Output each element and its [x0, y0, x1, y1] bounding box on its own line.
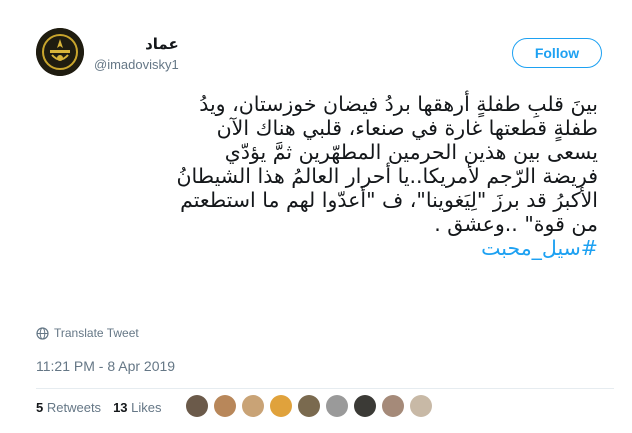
- liker-avatar[interactable]: [410, 395, 432, 417]
- display-name[interactable]: عماد: [94, 34, 179, 54]
- liker-avatar[interactable]: [382, 395, 404, 417]
- liker-avatar[interactable]: [214, 395, 236, 417]
- tweet-line: فريضة الرّجم لأمريكا..يا أحرار العالمُ ه…: [176, 164, 598, 188]
- retweets-stat[interactable]: 5 Retweets: [36, 400, 101, 415]
- liker-avatar[interactable]: [186, 395, 208, 417]
- likes-stat[interactable]: 13 Likes: [113, 400, 161, 415]
- liker-avatar[interactable]: [298, 395, 320, 417]
- follow-button[interactable]: Follow: [512, 38, 602, 68]
- tweet-text: بينَ قلبِ طفلةٍ أرهقها بردُ فيضان خوزستا…: [30, 92, 598, 260]
- liker-avatar[interactable]: [354, 395, 376, 417]
- tweet-line: طفلةٍ قطعتها غارة في صنعاء، قلبي هناك ال…: [216, 116, 598, 140]
- emblem-icon: [36, 28, 84, 76]
- tweet-line: من قوة" ..وعشق .: [434, 212, 598, 236]
- tweet-line: يسعى بين هذين الحرمين المطهّرين ثمَّ يؤد…: [224, 140, 598, 164]
- avatar[interactable]: [36, 28, 84, 76]
- liker-avatar[interactable]: [242, 395, 264, 417]
- liker-avatar[interactable]: [270, 395, 292, 417]
- retweets-label: Retweets: [46, 400, 102, 415]
- translate-label: Translate Tweet: [54, 326, 139, 340]
- translate-tweet[interactable]: Translate Tweet: [36, 326, 139, 340]
- liker-avatar[interactable]: [326, 395, 348, 417]
- timestamp[interactable]: 11:21 PM - 8 Apr 2019: [36, 358, 175, 374]
- retweets-count: 5: [36, 400, 44, 415]
- user-handle[interactable]: @imadovisky1: [94, 56, 179, 74]
- globe-icon: [36, 326, 49, 340]
- likes-count: 13: [113, 400, 128, 415]
- likers-list: [186, 395, 432, 417]
- tweet-line: الأكبرُ قد برزَ "لِيَغوينا"، ف "أعدّوا ل…: [180, 188, 598, 212]
- tweet-stats: 5 Retweets 13 Likes: [36, 400, 162, 415]
- tweet-header: عماد @imadovisky1 Follow: [36, 28, 612, 84]
- divider: [36, 388, 614, 389]
- hashtag-link[interactable]: #سیل_محبت: [30, 236, 598, 260]
- tweet-line: بينَ قلبِ طفلةٍ أرهقها بردُ فيضان خوزستا…: [199, 92, 598, 116]
- likes-label: Likes: [131, 400, 162, 415]
